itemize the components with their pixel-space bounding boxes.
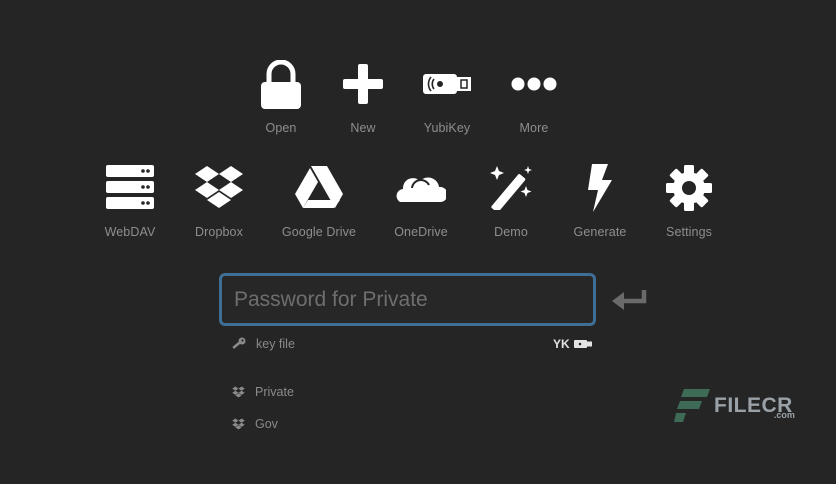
key-file-link[interactable]: key file xyxy=(232,337,295,351)
yubikey-badge[interactable]: YK xyxy=(553,337,592,351)
demo-button[interactable]: Demo xyxy=(486,164,536,244)
dropbox-small-icon xyxy=(232,386,245,398)
recent-file-gov[interactable]: Gov xyxy=(232,417,278,431)
dropbox-button[interactable]: Dropbox xyxy=(194,164,244,244)
recent-file-private[interactable]: Private xyxy=(232,385,294,399)
yubikey-icon xyxy=(423,74,471,94)
more-button[interactable]: More xyxy=(510,60,558,140)
plus-icon xyxy=(343,64,383,104)
key-icon xyxy=(232,337,246,350)
new-button[interactable]: New xyxy=(340,60,386,140)
password-field-container xyxy=(219,273,596,326)
settings-button[interactable]: Settings xyxy=(664,164,714,244)
yubikey-button[interactable]: YubiKey xyxy=(422,60,472,140)
open-label: Open xyxy=(265,121,297,135)
gear-icon xyxy=(666,165,712,211)
yk-label: YK xyxy=(553,337,570,351)
dropbox-icon xyxy=(195,166,243,208)
password-input[interactable] xyxy=(222,276,593,323)
filecr-logo-icon xyxy=(674,389,710,422)
generate-label: Generate xyxy=(573,225,627,239)
keeweb-open-screen: Open New YubiKey More WebDAV Dropbox Goo… xyxy=(0,0,836,484)
more-dots-icon xyxy=(511,77,557,91)
google-drive-label: Google Drive xyxy=(281,225,357,239)
webdav-label: WebDAV xyxy=(104,225,156,239)
google-drive-icon xyxy=(295,166,343,208)
yubikey-small-icon xyxy=(573,340,592,348)
watermark-suffix: .com xyxy=(773,410,795,420)
google-drive-button[interactable]: Google Drive xyxy=(282,164,356,244)
webdav-button[interactable]: WebDAV xyxy=(105,164,155,244)
magic-wand-icon xyxy=(490,166,532,210)
more-label: More xyxy=(519,121,549,135)
cloud-icon xyxy=(396,177,446,202)
server-icon xyxy=(106,165,154,209)
bolt-icon xyxy=(588,164,612,212)
demo-label: Demo xyxy=(494,225,528,239)
generate-button[interactable]: Generate xyxy=(573,164,627,244)
filecr-watermark: FILECR .com xyxy=(674,388,795,424)
open-button[interactable]: Open xyxy=(258,60,304,140)
recent-file-label: Gov xyxy=(255,417,278,431)
dropbox-label: Dropbox xyxy=(195,225,243,239)
yubikey-label: YubiKey xyxy=(423,121,471,135)
onedrive-label: OneDrive xyxy=(394,225,448,239)
new-label: New xyxy=(350,121,376,135)
lock-icon xyxy=(261,60,301,109)
settings-label: Settings xyxy=(666,225,712,239)
key-file-label: key file xyxy=(256,337,295,351)
dropbox-small-icon xyxy=(232,418,245,430)
recent-file-label: Private xyxy=(255,385,294,399)
onedrive-button[interactable]: OneDrive xyxy=(394,164,448,244)
enter-arrow-icon[interactable] xyxy=(610,288,648,312)
